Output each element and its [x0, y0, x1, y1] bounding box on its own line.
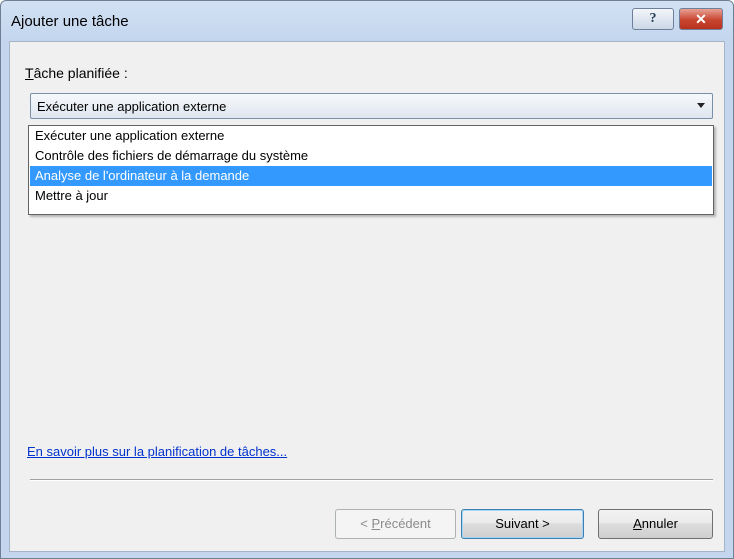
task-select[interactable]: Exécuter une application externe	[30, 93, 713, 119]
task-select-value: Exécuter une application externe	[37, 99, 227, 114]
title-bar[interactable]: Ajouter une tâche ? ✕	[1, 1, 733, 41]
next-button[interactable]: Suivant >	[461, 509, 584, 539]
dropdown-option[interactable]: Exécuter une application externe	[30, 126, 712, 146]
window-title: Ajouter une tâche	[11, 13, 129, 30]
dialog-window: Ajouter une tâche ? ✕ Tâche planifiée : …	[0, 0, 734, 559]
separator	[30, 479, 713, 481]
previous-button-suffix: récédent	[380, 516, 431, 531]
task-dropdown-list: Exécuter une application externe Contrôl…	[28, 125, 714, 215]
close-button[interactable]: ✕	[679, 8, 723, 30]
previous-button[interactable]: < Précédent	[335, 509, 456, 539]
chevron-down-icon[interactable]	[697, 103, 705, 108]
task-label-text: âche planifiée :	[33, 65, 128, 81]
previous-button-prefix: <	[360, 516, 372, 531]
help-button[interactable]: ?	[632, 8, 674, 30]
dropdown-option[interactable]: Mettre à jour	[30, 186, 712, 206]
help-icon: ?	[649, 11, 657, 26]
close-icon: ✕	[695, 11, 707, 27]
cancel-button[interactable]: Annuler	[598, 509, 713, 539]
task-label-mnemonic: T	[25, 65, 34, 81]
previous-button-mnemonic: P	[371, 516, 381, 531]
cancel-button-suffix: nnuler	[641, 516, 678, 531]
cancel-button-mnemonic: A	[633, 516, 642, 531]
dropdown-option[interactable]: Analyse de l'ordinateur à la demande	[30, 166, 712, 186]
task-label: Tâche planifiée :	[25, 65, 128, 81]
learn-more-link[interactable]: En savoir plus sur la planification de t…	[27, 444, 287, 459]
dropdown-option[interactable]: Contrôle des fichiers de démarrage du sy…	[30, 146, 712, 166]
dialog-content: Tâche planifiée : Exécuter une applicati…	[9, 41, 725, 552]
